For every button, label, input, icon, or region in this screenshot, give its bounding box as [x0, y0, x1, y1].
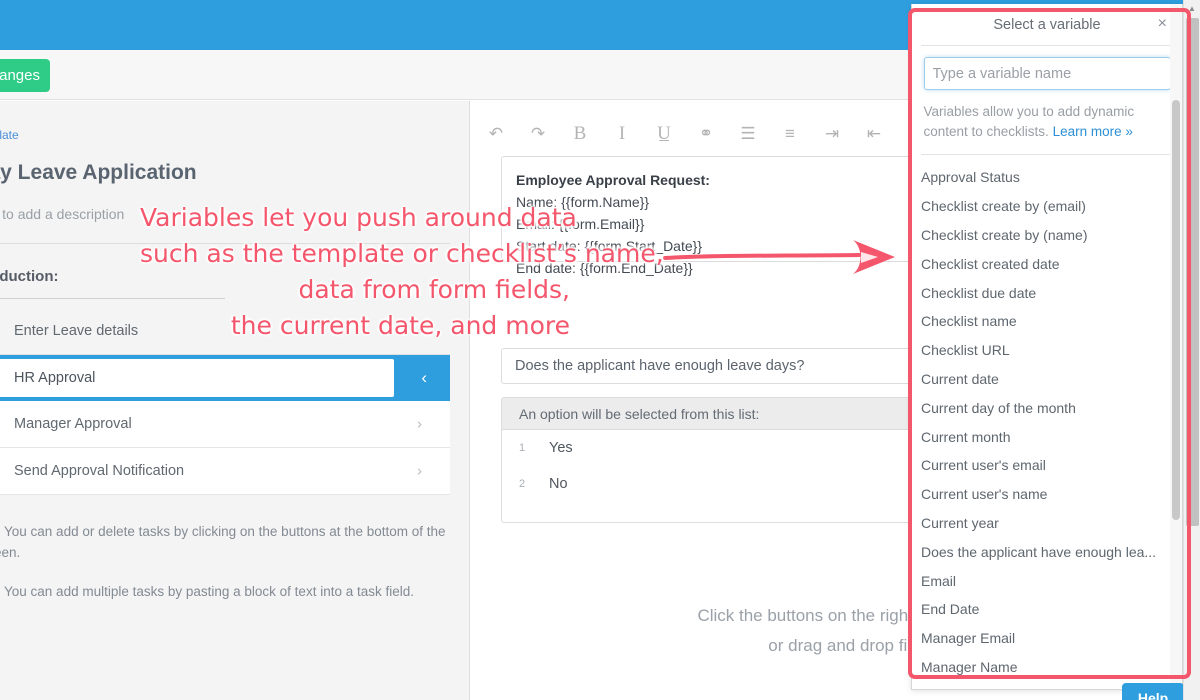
- section-heading: Introduction:: [0, 268, 59, 285]
- modal-help-text: Variables allow you to add dynamic conte…: [924, 102, 1171, 142]
- modal-scrollbar[interactable]: [1170, 4, 1182, 689]
- chevron-right-icon[interactable]: ›: [417, 416, 422, 433]
- browser-scrollbar-thumb[interactable]: [1186, 18, 1199, 526]
- variable-list-item[interactable]: Checklist created date: [912, 249, 1182, 278]
- variable-list-item[interactable]: Current day of the month: [912, 393, 1182, 422]
- chevron-right-icon[interactable]: ›: [417, 463, 422, 480]
- variable-list-item[interactable]: Manager Name: [912, 653, 1182, 682]
- task-row[interactable]: Manager Approval ›: [0, 401, 450, 448]
- link-icon[interactable]: ⚭: [695, 121, 717, 147]
- task-list: Enter Leave details › HR Approval ‹ Manager …: [0, 308, 450, 495]
- tips-block: Tip: You can add or delete tasks by clic…: [0, 521, 446, 620]
- list-item-number: 2: [519, 478, 526, 490]
- variable-list-item[interactable]: Checklist due date: [912, 278, 1182, 307]
- variable-list-item[interactable]: Does the applicant have enough lea...: [912, 537, 1182, 566]
- variable-list-item[interactable]: Approval Status: [912, 163, 1182, 192]
- modal-header: Select a variable ×: [912, 4, 1182, 45]
- select-variable-modal: Select a variable × Variables allow you …: [911, 4, 1183, 690]
- checklist-left-panel: Template Holiday Leave Application Click…: [0, 101, 470, 700]
- description-placeholder[interactable]: Click here to add a description: [0, 206, 124, 222]
- modal-title: Select a variable: [993, 16, 1101, 33]
- bullet-list-icon[interactable]: ☰: [737, 121, 759, 147]
- breadcrumb[interactable]: Template: [0, 128, 19, 142]
- numbered-list-icon[interactable]: ≡: [779, 121, 801, 147]
- variable-search-input[interactable]: [923, 57, 1171, 90]
- learn-more-link[interactable]: Learn more »: [1053, 124, 1133, 139]
- page-title: Holiday Leave Application: [0, 161, 197, 184]
- list-item-number: 1: [519, 442, 526, 454]
- save-changes-button[interactable]: Save changes: [0, 59, 50, 92]
- tip-paragraph: Tip: You can add multiple tasks by pasti…: [0, 581, 446, 602]
- task-row[interactable]: HR Approval ‹: [0, 355, 450, 401]
- tip-label: Tip:: [0, 584, 1, 599]
- outdent-icon[interactable]: ⇤: [863, 121, 885, 147]
- scroll-up-arrow-icon[interactable]: ▲: [1184, 0, 1200, 17]
- variable-list-item[interactable]: Checklist URL: [912, 336, 1182, 365]
- tip-paragraph: Tip: You can add or delete tasks by clic…: [0, 521, 446, 563]
- task-row[interactable]: Send Approval Notification ›: [0, 448, 450, 495]
- variable-list-item[interactable]: Current date: [912, 365, 1182, 394]
- browser-scrollbar[interactable]: ▲: [1183, 0, 1200, 700]
- panel-divider: [0, 243, 450, 244]
- task-label: Manager Approval: [14, 416, 132, 432]
- chevron-right-icon[interactable]: ›: [417, 323, 422, 340]
- redo-icon[interactable]: ↷: [527, 121, 549, 147]
- task-label: Enter Leave details: [14, 323, 139, 339]
- modal-help-rule: [921, 154, 1173, 155]
- bold-icon[interactable]: B: [569, 121, 591, 147]
- app-root: Home Save changes Template Holiday Leave…: [0, 0, 1200, 700]
- variable-list-item[interactable]: Current user's name: [912, 480, 1182, 509]
- chevron-left-icon[interactable]: ‹: [421, 368, 427, 388]
- variable-list-item[interactable]: Email: [912, 566, 1182, 595]
- variable-list-item[interactable]: Current month: [912, 422, 1182, 451]
- variable-list-item[interactable]: Current year: [912, 509, 1182, 538]
- task-label: HR Approval: [14, 370, 96, 386]
- list-item-label: No: [549, 476, 568, 492]
- variable-list-item[interactable]: Checklist create by (name): [912, 221, 1182, 250]
- list-item-label: Yes: [549, 440, 573, 456]
- task-row[interactable]: Enter Leave details ›: [0, 308, 450, 355]
- indent-icon[interactable]: ⇥: [821, 121, 843, 147]
- section-heading-rule: [0, 298, 225, 299]
- tip-label: Tip:: [0, 524, 1, 539]
- variable-list-item[interactable]: Manager Email: [912, 624, 1182, 653]
- task-row-input[interactable]: HR Approval: [0, 359, 394, 397]
- variable-list-item[interactable]: End Date: [912, 595, 1182, 624]
- close-icon[interactable]: ×: [1158, 16, 1167, 32]
- underline-icon[interactable]: U̲: [653, 121, 675, 147]
- variable-list-item[interactable]: Checklist name: [912, 307, 1182, 336]
- help-button[interactable]: Help: [1122, 683, 1184, 700]
- variable-list-item[interactable]: Current user's email: [912, 451, 1182, 480]
- variable-list-item[interactable]: Checklist create by (email): [912, 192, 1182, 221]
- undo-icon[interactable]: ↶: [485, 121, 507, 147]
- variable-list: Approval Status Checklist create by (emai…: [912, 163, 1182, 689]
- modal-scrollbar-thumb[interactable]: [1172, 100, 1180, 520]
- task-label: Send Approval Notification: [14, 463, 185, 479]
- italic-icon[interactable]: I: [611, 121, 633, 147]
- modal-header-rule: [921, 45, 1173, 46]
